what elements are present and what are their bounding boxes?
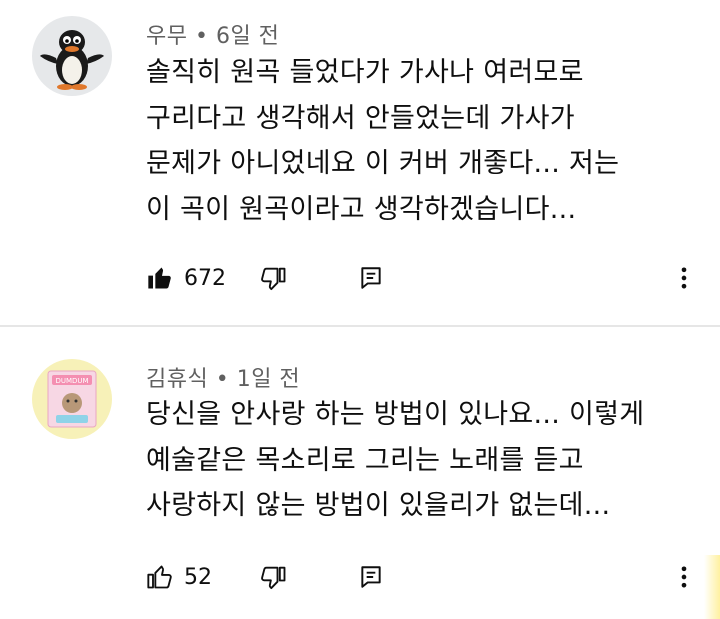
album-avatar[interactable]: DUMDUM [32,359,112,439]
comment-author[interactable]: 김휴식 [146,367,208,392]
svg-text:DUMDUM: DUMDUM [55,377,88,385]
comment-actions: 52 [0,557,720,597]
dislike-button[interactable] [260,557,288,597]
like-button[interactable]: 52 [146,557,212,597]
comment-time[interactable]: 1일 전 [237,367,300,392]
more-vertical-icon [681,566,687,588]
thumbs-down-icon [261,566,286,590]
album-cover-icon: DUMDUM [32,359,112,439]
more-options-button[interactable] [670,557,698,597]
comment-item: DUMDUM 김휴식 • 1일 전 당신을 안사랑 하는 방법이 있나요... … [0,0,720,619]
edge-highlight [704,555,720,619]
reply-button[interactable] [358,557,384,597]
meta-separator: • [208,367,237,392]
thumbs-up-icon [147,565,172,589]
comment-text: 당신을 안사랑 하는 방법이 있나요... 이렇게 예술같은 목소리로 그리는 … [146,399,645,521]
like-count: 52 [184,564,212,590]
comment-meta: 김휴식 • 1일 전 [146,361,300,393]
reply-icon [361,566,381,588]
